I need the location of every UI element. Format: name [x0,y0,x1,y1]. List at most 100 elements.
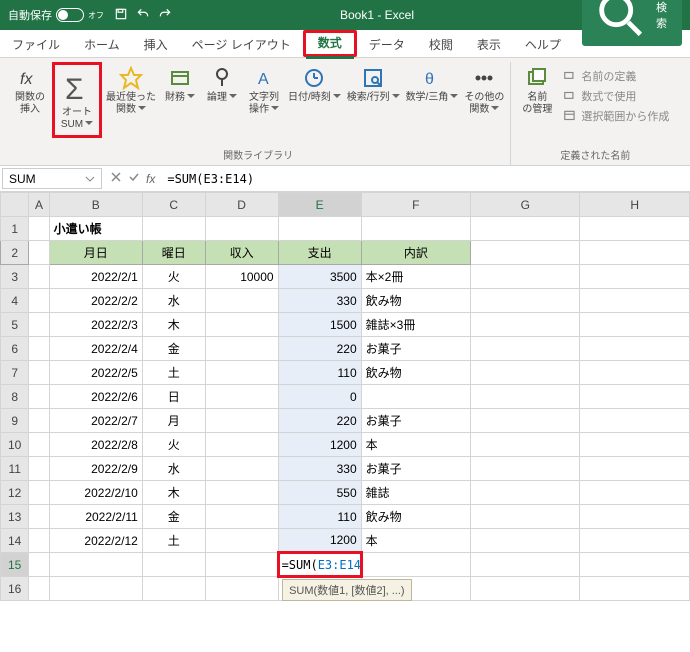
cell[interactable]: 本 [361,433,470,457]
cell[interactable]: 2022/2/5 [49,361,142,385]
cell[interactable] [205,409,278,433]
cell[interactable]: 110 [278,505,361,529]
insert-function-button[interactable]: fx 関数の 挿入 [10,62,50,120]
cell[interactable]: 2022/2/11 [49,505,142,529]
row-header[interactable]: 12 [1,481,29,505]
save-icon[interactable] [114,7,128,24]
tab-view[interactable]: 表示 [465,30,513,57]
cell[interactable]: 月日 [49,241,142,265]
row-header[interactable]: 9 [1,409,29,433]
col-header[interactable]: A [29,193,49,217]
col-header[interactable]: B [49,193,142,217]
tab-file[interactable]: ファイル [0,30,72,57]
cell[interactable]: 330 [278,457,361,481]
cell[interactable]: 雑誌×3冊 [361,313,470,337]
cell[interactable] [361,385,470,409]
cell[interactable] [205,529,278,553]
cell[interactable]: 日 [142,385,205,409]
cell[interactable]: 2022/2/2 [49,289,142,313]
define-name-button[interactable]: 名前の定義 [559,66,673,86]
cell[interactable]: 2022/2/4 [49,337,142,361]
cell[interactable]: 2022/2/6 [49,385,142,409]
cancel-icon[interactable] [110,171,122,186]
search-box[interactable]: 検索 [582,0,682,46]
cell[interactable]: 2022/2/1 [49,265,142,289]
cell[interactable]: 飲み物 [361,505,470,529]
row-header[interactable]: 4 [1,289,29,313]
spreadsheet-grid[interactable]: A B C D E F G H 1小遣い帳2月日曜日収入支出内訳32022/2/… [0,192,690,601]
cell[interactable]: 330 [278,289,361,313]
cell[interactable] [205,481,278,505]
tab-insert[interactable]: 挿入 [132,30,180,57]
use-in-formula-button[interactable]: 数式で使用 [559,86,673,106]
row-header[interactable]: 8 [1,385,29,409]
cell[interactable]: 内訳 [361,241,470,265]
fx-icon[interactable]: fx [146,172,155,186]
cell[interactable]: 木 [142,481,205,505]
cell[interactable]: 550 [278,481,361,505]
cell[interactable]: 0 [278,385,361,409]
cell[interactable]: 2022/2/8 [49,433,142,457]
cell[interactable] [205,313,278,337]
name-box[interactable]: SUM [2,168,102,189]
cell[interactable]: 本 [361,529,470,553]
name-manager-button[interactable]: 名前 の管理 [517,62,557,120]
cell[interactable]: 2022/2/12 [49,529,142,553]
cell[interactable]: 1200 [278,433,361,457]
tab-formula[interactable]: 数式 [306,28,354,59]
row-header[interactable]: 16 [1,577,29,601]
cell[interactable] [205,289,278,313]
text-button[interactable]: A 文字列 操作 [244,62,284,120]
cell[interactable]: 220 [278,337,361,361]
cell[interactable]: 110 [278,361,361,385]
cell[interactable]: 1500 [278,313,361,337]
cell[interactable] [205,385,278,409]
row-header[interactable]: 15 [1,553,29,577]
cell[interactable]: 水 [142,457,205,481]
row-header[interactable]: 6 [1,337,29,361]
active-cell[interactable]: =SUM(E3:E14) [278,553,361,577]
cell[interactable]: 支出 [278,241,361,265]
cell[interactable]: 2022/2/7 [49,409,142,433]
math-button[interactable]: θ 数学/三角 [404,62,461,108]
cell[interactable]: 金 [142,337,205,361]
recent-functions-button[interactable]: 最近使った 関数 [104,62,158,120]
select-all-corner[interactable] [1,193,29,217]
cell[interactable]: 水 [142,289,205,313]
cell[interactable]: お菓子 [361,409,470,433]
formula-input[interactable]: =SUM(E3:E14) [161,166,690,191]
cell[interactable] [205,337,278,361]
cell[interactable] [205,505,278,529]
tab-home[interactable]: ホーム [72,30,132,57]
autosum-button[interactable]: Σ オート SUM [52,62,102,138]
row-header[interactable]: 11 [1,457,29,481]
cell[interactable]: 月 [142,409,205,433]
cell[interactable]: 火 [142,433,205,457]
col-header[interactable]: D [205,193,278,217]
tab-help[interactable]: ヘルプ [513,30,573,57]
cell[interactable]: 土 [142,361,205,385]
cell[interactable]: 10000 [205,265,278,289]
cell[interactable]: 飲み物 [361,289,470,313]
lookup-button[interactable]: 検索/行列 [345,62,402,108]
col-header[interactable]: C [142,193,205,217]
cell[interactable]: 1200 [278,529,361,553]
toggle-switch[interactable] [56,8,84,22]
cell[interactable]: 曜日 [142,241,205,265]
sheet-title-cell[interactable]: 小遣い帳 [49,217,142,241]
cell[interactable]: お菓子 [361,457,470,481]
row-header[interactable]: 2 [1,241,29,265]
col-header[interactable]: H [580,193,690,217]
cell[interactable]: お菓子 [361,337,470,361]
undo-icon[interactable] [136,7,150,24]
cell[interactable] [205,457,278,481]
cell[interactable]: 飲み物 [361,361,470,385]
cell[interactable]: 2022/2/9 [49,457,142,481]
cell[interactable]: 金 [142,505,205,529]
dropdown-icon[interactable] [85,174,95,184]
cell[interactable]: 本×2冊 [361,265,470,289]
financial-button[interactable]: 財務 [160,62,200,108]
cell[interactable]: 2022/2/3 [49,313,142,337]
cell[interactable]: 収入 [205,241,278,265]
tab-page-layout[interactable]: ページ レイアウト [180,30,303,57]
